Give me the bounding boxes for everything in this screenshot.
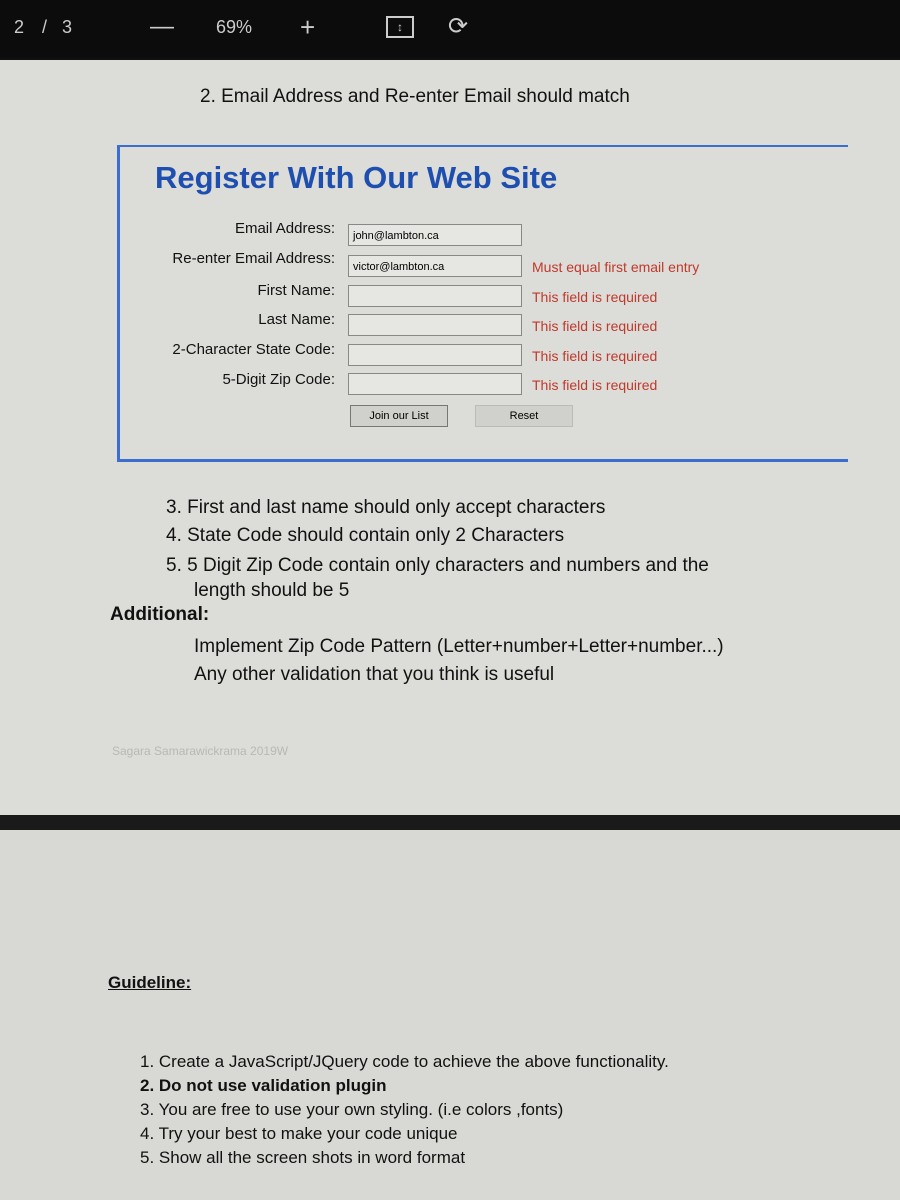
lastname-error: This field is required [532, 318, 658, 334]
state-error: This field is required [532, 348, 658, 364]
requirement-5: 5. 5 Digit Zip Code contain only charact… [166, 555, 709, 576]
firstname-label: First Name: [257, 282, 335, 299]
guideline-3: 3. You are free to use your own styling.… [140, 1100, 564, 1119]
zip-error: This field is required [532, 377, 658, 393]
additional-2: Any other validation that you think is u… [194, 664, 555, 685]
join-list-button[interactable]: Join our List [350, 405, 448, 427]
zoom-in-icon[interactable]: + [300, 12, 315, 43]
email-label: Email Address: [234, 220, 335, 237]
requirement-3: 3. First and last name should only accep… [166, 497, 606, 518]
reset-button[interactable]: Reset [475, 405, 573, 427]
state-label: 2-Character State Code: [172, 341, 335, 358]
page-separator-bar [0, 815, 900, 830]
guideline-2: 2. Do not use validation plugin [140, 1076, 387, 1095]
guideline-5: 5. Show all the screen shots in word for… [140, 1148, 466, 1167]
requirement-5-cont: length should be 5 [194, 580, 350, 601]
reemail-field[interactable]: victor@lambton.ca [348, 255, 522, 277]
zoom-level[interactable]: 69% [216, 17, 252, 38]
reemail-label: Re-enter Email Address: [172, 250, 335, 267]
firstname-field[interactable] [348, 285, 522, 307]
lastname-label: Last Name: [258, 311, 335, 328]
reemail-error: Must equal first email entry [532, 259, 700, 275]
footer-author: Sagara Samarawickrama 2019W [112, 744, 289, 758]
guideline-1: 1. Create a JavaScript/JQuery code to ac… [140, 1052, 669, 1071]
guideline-heading: Guideline: [108, 973, 192, 992]
state-field[interactable] [348, 344, 522, 366]
firstname-error: This field is required [532, 289, 658, 305]
additional-heading: Additional: [110, 604, 210, 625]
form-title: Register With Our Web Site [155, 160, 558, 195]
zoom-out-icon[interactable]: — [150, 13, 174, 41]
requirement-4: 4. State Code should contain only 2 Char… [166, 525, 565, 546]
additional-1: Implement Zip Code Pattern (Letter+numbe… [194, 636, 724, 657]
page-separator: / [42, 17, 48, 37]
lastname-field[interactable] [348, 314, 522, 336]
page-total: 3 [62, 17, 73, 37]
pdf-toolbar: 2 / 3 — 69% + ↕ ⟳ [0, 0, 900, 58]
page-current[interactable]: 2 [14, 17, 24, 38]
rotate-icon[interactable]: ⟳ [448, 12, 468, 41]
email-field[interactable]: john@lambton.ca [348, 224, 522, 246]
fit-page-icon[interactable]: ↕ [386, 16, 414, 38]
zip-field[interactable] [348, 373, 522, 395]
requirement-2: 2. Email Address and Re-enter Email shou… [200, 86, 630, 107]
zip-label: 5-Digit Zip Code: [222, 371, 335, 388]
guideline-4: 4. Try your best to make your code uniqu… [140, 1124, 458, 1143]
pdf-page-3 [0, 830, 900, 1200]
